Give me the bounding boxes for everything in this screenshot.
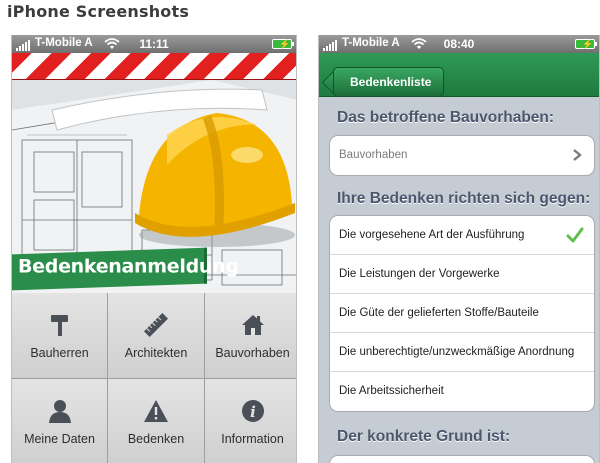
hero-image: Bedenkenanmeldung (12, 53, 296, 293)
hammer-icon (50, 314, 68, 336)
bauvorhaben-group: Bauvorhaben (329, 135, 595, 176)
hard-hat-icon (135, 113, 295, 247)
phone-home-screen: T-Mobile A 11:11 ⚡ Bedenkenanmeldung Bau… (11, 35, 297, 463)
tile-label: Meine Daten (24, 431, 95, 446)
option-label: Die Leistungen der Vorgewerke (339, 268, 500, 280)
tile-bedenken[interactable]: Bedenken (108, 379, 204, 463)
option-row[interactable]: Die Leistungen der Vorgewerke (330, 255, 594, 294)
option-label: Die Arbeitssicherheit (339, 385, 444, 397)
back-button[interactable]: Bedenkenliste (333, 67, 445, 97)
option-label: Die vorgesehene Art der Ausführung (339, 229, 525, 241)
warning-icon (144, 399, 168, 422)
tile-information[interactable]: i Information (205, 379, 296, 463)
ruler-icon (143, 312, 169, 337)
battery-icon: ⚡ (272, 39, 294, 49)
bauvorhaben-field[interactable]: Bauvorhaben (330, 136, 594, 175)
checkmark-icon (566, 227, 584, 243)
chevron-right-icon (573, 149, 582, 161)
warning-stripes (12, 53, 296, 80)
tile-meine-daten[interactable]: Meine Daten (12, 379, 107, 463)
battery-icon: ⚡ (575, 39, 597, 49)
brand-banner: Bedenkenanmeldung (12, 247, 239, 291)
home-menu-grid: Bauherren Architekten Bauvorhaben Meine … (12, 293, 296, 463)
option-label: Die unberechtigte/unzweckmäßige Anordnun… (339, 346, 575, 358)
option-row[interactable]: Die Güte der gelieferten Stoffe/Bauteile (330, 294, 594, 333)
tile-bauherren[interactable]: Bauherren (12, 293, 107, 378)
tile-bauvorhaben[interactable]: Bauvorhaben (205, 293, 296, 378)
option-label: Die Güte der gelieferten Stoffe/Bauteile (339, 307, 539, 319)
section-header-bauvorhaben: Das betroffene Bauvorhaben: (337, 109, 555, 126)
phone-form-screen: T-Mobile A 08:40 ⚡ Bedenkenliste Das bet… (318, 35, 600, 463)
navigation-bar: Bedenkenliste (319, 53, 599, 97)
info-icon: i (241, 399, 264, 422)
section-header-grund: Der konkrete Grund ist: (337, 428, 511, 445)
tile-architekten[interactable]: Architekten (108, 293, 204, 378)
tile-label: Architekten (124, 345, 188, 360)
brand-title: Bedenkenanmeldung (18, 255, 239, 278)
option-row[interactable]: Die vorgesehene Art der Ausführung (330, 216, 594, 255)
status-bar: T-Mobile A 08:40 ⚡ (319, 35, 599, 53)
section-header-bedenken: Ihre Bedenken richten sich gegen: (337, 190, 591, 207)
house-icon (241, 314, 264, 335)
tile-label: Bedenken (127, 431, 185, 446)
option-row[interactable]: Die Arbeitssicherheit (330, 372, 594, 411)
clock: 11:11 (139, 37, 169, 51)
svg-text:i: i (250, 403, 256, 421)
tile-label: Bauvorhaben (215, 345, 290, 360)
tile-label: Bauherren (30, 345, 89, 360)
option-row[interactable]: Die unberechtigte/unzweckmäßige Anordnun… (330, 333, 594, 372)
clock: 08:40 (443, 37, 475, 51)
tile-label: Information (221, 431, 284, 446)
bauvorhaben-placeholder: Bauvorhaben (339, 149, 408, 161)
bedenken-options-group: Die vorgesehene Art der Ausführung Die L… (329, 215, 595, 412)
page-title: iPhone Screenshots (7, 2, 190, 21)
grund-group[interactable] (329, 455, 595, 463)
person-icon (48, 399, 71, 423)
status-bar: T-Mobile A 11:11 ⚡ (12, 35, 296, 53)
